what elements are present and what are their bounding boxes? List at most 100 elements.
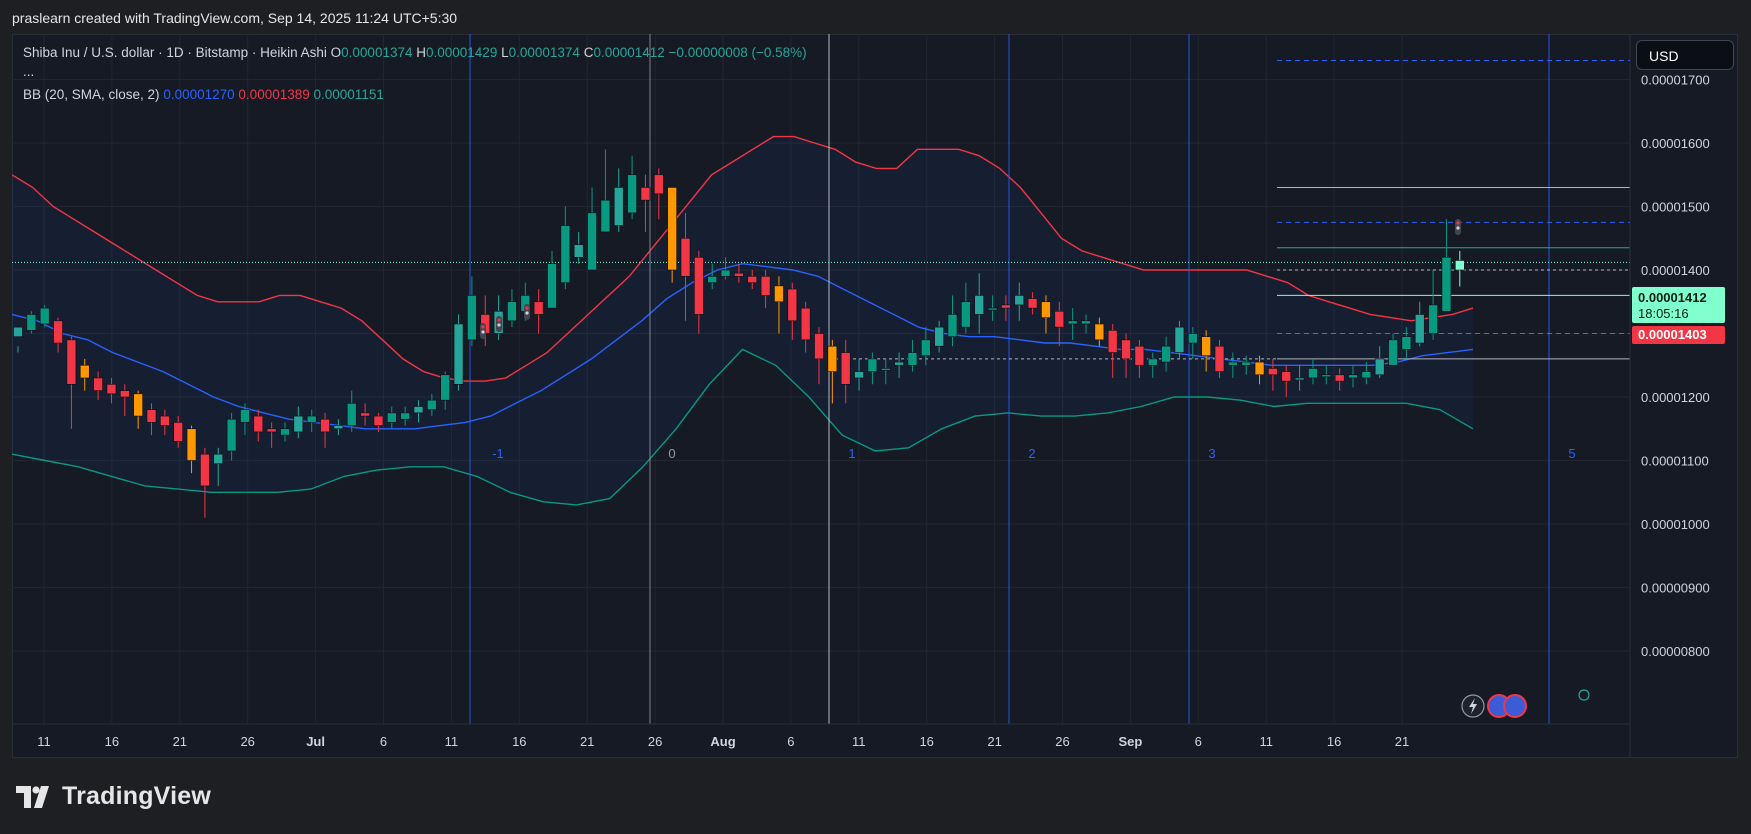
candle-body <box>814 333 824 360</box>
candle-body <box>573 244 584 258</box>
candle-body <box>106 383 117 395</box>
candle-body <box>734 272 744 277</box>
candle-body <box>1334 374 1345 382</box>
high-label: H <box>416 45 426 60</box>
candle-body <box>1014 295 1025 306</box>
candle-body <box>266 428 277 433</box>
event-marker-dot <box>481 325 485 329</box>
candle-body <box>854 371 864 379</box>
time-tick-label: 26 <box>1055 734 1069 749</box>
candle-body <box>1455 260 1465 271</box>
candle-body <box>507 301 517 322</box>
candle-body <box>1241 361 1251 366</box>
candle-body <box>39 307 50 325</box>
candle-body <box>1174 326 1185 353</box>
candle-body <box>680 237 691 277</box>
candle-body <box>1134 345 1145 366</box>
candle-body <box>413 406 424 414</box>
candle-body <box>1121 339 1131 360</box>
price-tick-label: 0.00000900 <box>1641 581 1710 596</box>
candle-body <box>1281 371 1292 382</box>
time-tick-label: 26 <box>648 734 662 749</box>
candle-body <box>1348 374 1358 379</box>
candle-body <box>1188 333 1198 344</box>
tradingview-logo-text: TradingView <box>62 782 212 810</box>
candle-body <box>120 390 130 398</box>
bb-label: BB (20, SMA, close, 2) <box>23 87 160 102</box>
candle-body <box>961 301 971 328</box>
candle-body <box>1414 314 1425 344</box>
candle-body <box>613 187 624 226</box>
countdown-value: 18:05:16 <box>1638 306 1689 321</box>
cycle-label: 3 <box>1208 446 1215 461</box>
candle-body <box>467 295 477 341</box>
candle-body <box>694 257 704 315</box>
candle-body <box>93 377 103 391</box>
time-tick-label: 16 <box>105 734 119 749</box>
candle-body <box>747 276 758 284</box>
bb-basis-value: 0.00001270 <box>163 87 235 102</box>
bb-lower-value: 0.00001151 <box>313 87 384 102</box>
candle-body <box>1081 320 1091 325</box>
candle-body <box>427 399 437 410</box>
candle-body <box>1294 377 1305 381</box>
candle-body <box>226 418 237 452</box>
candle-body <box>774 285 784 303</box>
candle-body <box>987 307 998 311</box>
candle-body <box>1374 358 1385 376</box>
legend-more-button[interactable]: ... <box>23 64 34 79</box>
candle-body <box>920 339 931 357</box>
currency-button[interactable]: USD <box>1636 40 1734 70</box>
candle-body <box>934 326 944 347</box>
open-value: 0.00001374 <box>341 45 413 60</box>
candle-body <box>146 409 157 423</box>
dark-mode-icon <box>1578 689 1590 701</box>
candle-body <box>840 352 851 385</box>
candle-body <box>320 418 330 433</box>
bb-legend: BB (20, SMA, close, 2) 0.00001270 0.0000… <box>23 87 384 102</box>
time-tick-label: 11 <box>37 734 51 749</box>
candle-body <box>653 174 664 195</box>
last-price-tag: 0.00001412 18:05:16 <box>1632 287 1725 323</box>
candle-body <box>53 320 63 344</box>
candle-body <box>640 187 651 201</box>
prev-close-tag: 0.00001403 <box>1632 326 1725 344</box>
time-axis: 11 16 21 26 Jul 6 11 16 21 26 Aug 6 11 16 21 26 Sep 6 11 16… <box>12 723 1630 749</box>
time-tick-label: 11 <box>1259 734 1273 749</box>
candle-body <box>293 415 304 433</box>
candle-body <box>1214 345 1225 372</box>
time-tick-label: 11 <box>445 734 459 749</box>
cycle-label: 5 <box>1568 446 1575 461</box>
candle-body <box>787 288 798 322</box>
candle-body <box>1441 257 1452 312</box>
candle-body <box>1321 374 1332 378</box>
candle-body <box>533 301 544 315</box>
candle-body <box>547 263 557 309</box>
event-marker-dot <box>1456 221 1460 225</box>
candle-body <box>907 352 918 366</box>
candle-body <box>1094 323 1105 341</box>
price-tick-label: 0.00001400 <box>1641 263 1710 278</box>
candle-body <box>1027 298 1038 309</box>
candle-body <box>894 361 904 366</box>
low-value: 0.00001374 <box>508 45 580 60</box>
candle-body <box>280 428 290 436</box>
candlestick-chart[interactable]: 0.00001700 0.00001600 0.00001500 0.00001400… <box>12 34 1738 758</box>
candle-body <box>1401 336 1412 350</box>
candle-body <box>880 368 891 371</box>
candle-body <box>707 276 718 284</box>
cycle-label: -1 <box>492 446 504 461</box>
tradingview-logo[interactable]: TradingView <box>16 782 211 811</box>
candle-body <box>587 212 597 271</box>
candle-body <box>1041 301 1051 318</box>
event-marker-dot <box>1456 226 1460 230</box>
close-label: C <box>583 45 594 60</box>
candle-body <box>386 412 397 423</box>
candle-body <box>760 276 771 296</box>
bb-upper-value: 0.00001389 <box>238 87 310 102</box>
candle-body <box>827 345 838 372</box>
candle-body <box>306 415 317 423</box>
price-tick-label: 0.00000800 <box>1641 644 1710 659</box>
candle-body <box>440 374 451 401</box>
candle-body <box>26 314 37 331</box>
